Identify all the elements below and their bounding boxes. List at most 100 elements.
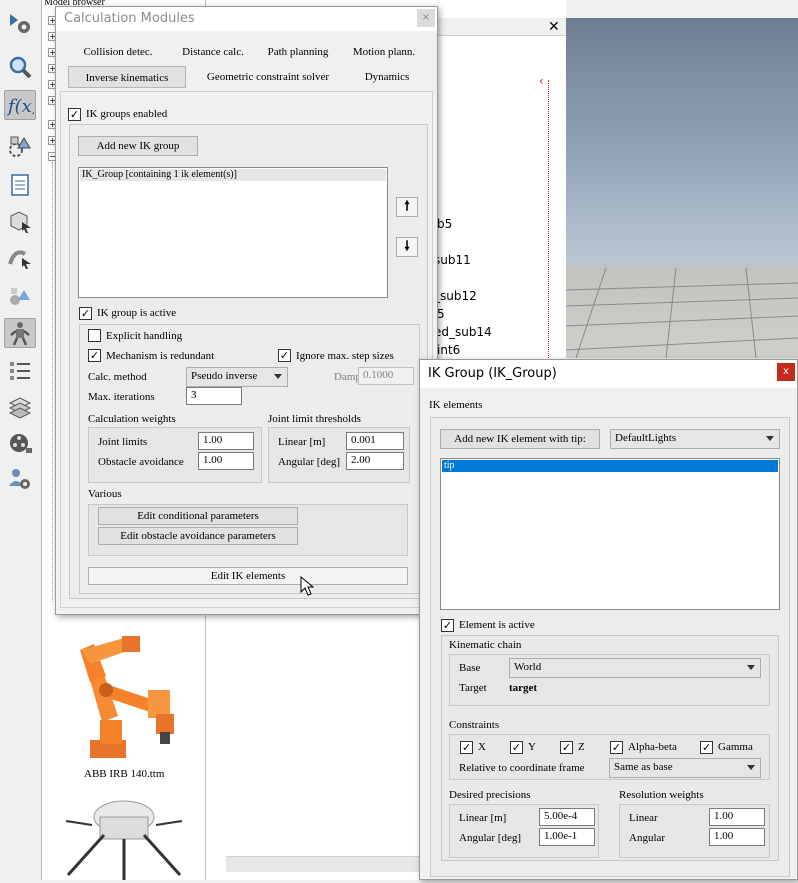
simulation-settings-icon[interactable]	[4, 8, 36, 38]
ik-group-active-label: IK group is active	[97, 307, 177, 319]
max-iterations-label: Max. iterations	[88, 391, 155, 403]
kinematic-chain-label: Kinematic chain	[449, 639, 522, 651]
list-item[interactable]: IK_Group [containing 1 ik element(s)]	[80, 169, 386, 181]
list-item[interactable]: tip	[442, 460, 778, 472]
path-select-icon[interactable]	[4, 242, 36, 272]
calculation-modules-icon[interactable]: f(x)	[4, 90, 36, 120]
horizontal-scrollbar[interactable]	[226, 856, 420, 872]
various-label: Various	[88, 488, 122, 500]
scene-tree-item[interactable]: ed_sub14	[434, 325, 492, 339]
constraint-y-checkbox[interactable]: ✓	[510, 741, 523, 754]
base-select[interactable]: World	[509, 658, 761, 678]
cube-select-icon[interactable]	[4, 206, 36, 236]
edit-conditional-button[interactable]: Edit conditional parameters	[98, 507, 298, 525]
ik-groups-enabled-checkbox[interactable]: ✓	[68, 108, 81, 121]
tab-geometric-constraint-solver[interactable]: Geometric constraint solver	[190, 66, 346, 88]
robot-model-icon[interactable]	[4, 318, 36, 348]
close-button[interactable]: x	[777, 363, 795, 381]
precision-linear-input[interactable]: 5.00e-4	[539, 808, 595, 826]
tab-distance-calculation[interactable]: Distance calc.	[170, 41, 256, 63]
calculation-modules-dialog: Calculation Modules × Collision detec. D…	[55, 6, 438, 615]
explicit-handling-checkbox[interactable]	[88, 329, 101, 342]
constraint-x-label: X	[478, 741, 486, 753]
threshold-linear-input[interactable]: 0.001	[346, 432, 404, 450]
ik-element-list[interactable]: tip	[440, 458, 780, 610]
constraint-z-label: Z	[578, 741, 585, 753]
base-value: World	[514, 661, 542, 673]
tab-collision-detection[interactable]: Collision detec.	[68, 41, 168, 63]
scene-tree-item[interactable]: sub11	[434, 253, 471, 267]
joint-thresholds-label: Joint limit thresholds	[268, 413, 361, 425]
max-iterations-input[interactable]: 3	[186, 387, 242, 405]
threshold-angular-input[interactable]: 2.00	[346, 452, 404, 470]
3d-viewport[interactable]	[566, 18, 798, 358]
tab-motion-planning[interactable]: Motion plann.	[340, 41, 428, 63]
layers-icon[interactable]	[4, 392, 36, 422]
user-settings-icon[interactable]	[4, 464, 36, 494]
close-icon[interactable]: ✕	[548, 19, 560, 35]
damping-input[interactable]: 0.1000	[358, 367, 414, 385]
model-label[interactable]: ABB IRB 140.ttm	[84, 768, 164, 780]
list-icon[interactable]	[4, 356, 36, 386]
drop-arrow-icon: ‹	[539, 74, 544, 88]
delta-robot-thumbnail[interactable]	[60, 795, 190, 883]
threshold-angular-label: Angular [deg]	[278, 456, 341, 468]
tip-select[interactable]: DefaultLights	[610, 429, 780, 449]
shapes-icon[interactable]	[4, 132, 36, 162]
calc-method-label: Calc. method	[88, 371, 147, 383]
chevron-down-icon	[747, 765, 755, 770]
add-ik-element-button[interactable]: Add new IK element with tip:	[440, 429, 600, 449]
threshold-linear-label: Linear [m]	[278, 436, 326, 448]
tip-select-value: DefaultLights	[615, 432, 677, 444]
precision-angular-label: Angular [deg]	[459, 832, 522, 844]
joint-limits-input[interactable]: 1.00	[198, 432, 254, 450]
mechanism-redundant-label: Mechanism is redundant	[106, 350, 215, 362]
ik-group-active-checkbox[interactable]: ✓	[79, 307, 92, 320]
dialog-title: IK Group (IK_Group)	[420, 360, 797, 388]
relative-frame-value: Same as base	[614, 761, 673, 773]
constraint-gamma-checkbox[interactable]: ✓	[700, 741, 713, 754]
objects-icon[interactable]	[4, 282, 36, 312]
mechanism-redundant-checkbox[interactable]: ✓	[88, 349, 101, 362]
document-icon[interactable]	[4, 170, 36, 200]
ignore-max-step-checkbox[interactable]: ✓	[278, 349, 291, 362]
calc-method-select[interactable]: Pseudo inverse	[186, 367, 288, 387]
ik-groups-enabled-label: IK groups enabled	[86, 108, 168, 120]
scene-tree-item[interactable]: b5	[437, 217, 452, 231]
scene-tree-item[interactable]: _sub12	[434, 289, 477, 303]
tab-inverse-kinematics[interactable]: Inverse kinematics	[68, 66, 186, 88]
constraint-z-checkbox[interactable]: ✓	[560, 741, 573, 754]
move-up-button[interactable]: 🠕	[396, 197, 418, 217]
mouse-cursor-icon	[300, 576, 314, 596]
abb-irb140-thumbnail[interactable]	[60, 630, 190, 768]
video-recorder-icon[interactable]	[4, 428, 36, 458]
add-ik-group-button[interactable]: Add new IK group	[78, 136, 198, 156]
close-button[interactable]: ×	[417, 9, 435, 27]
svg-text:f(x): f(x)	[6, 96, 34, 117]
constraint-x-checkbox[interactable]: ✓	[460, 741, 473, 754]
constraint-alpha-beta-checkbox[interactable]: ✓	[610, 741, 623, 754]
obstacle-avoidance-input[interactable]: 1.00	[198, 452, 254, 470]
zoom-icon[interactable]	[4, 52, 36, 82]
move-down-button[interactable]: 🠗	[396, 237, 418, 257]
ik-group-list[interactable]: IK_Group [containing 1 ik element(s)]	[78, 167, 388, 298]
relative-frame-label: Relative to coordinate frame	[459, 762, 585, 774]
relative-frame-select[interactable]: Same as base	[609, 758, 761, 778]
tab-path-planning[interactable]: Path planning	[258, 41, 338, 63]
constraint-y-label: Y	[528, 741, 536, 753]
resolution-linear-input[interactable]: 1.00	[709, 808, 765, 826]
joint-limits-label: Joint limits	[98, 436, 148, 448]
edit-obstacle-avoidance-button[interactable]: Edit obstacle avoidance parameters	[98, 527, 298, 545]
chevron-down-icon	[766, 436, 774, 441]
resolution-angular-input[interactable]: 1.00	[709, 828, 765, 846]
constraints-label: Constraints	[449, 719, 500, 731]
chevron-down-icon	[274, 374, 282, 379]
precision-angular-input[interactable]: 1.00e-1	[539, 828, 595, 846]
scene-tree-item[interactable]: int6	[437, 343, 460, 357]
edit-ik-elements-button[interactable]: Edit IK elements	[88, 567, 408, 585]
element-active-checkbox[interactable]: ✓	[441, 619, 454, 632]
target-label: Target	[459, 682, 487, 694]
scene-tree-item[interactable]: 5	[437, 307, 445, 321]
precision-linear-label: Linear [m]	[459, 812, 507, 824]
tab-dynamics[interactable]: Dynamics	[352, 66, 422, 88]
